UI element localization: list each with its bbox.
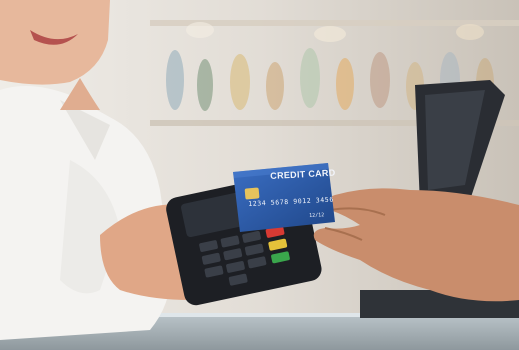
- payment-photo: CREDIT CARD 1234 5678 9012 3456 12/12: [0, 0, 519, 350]
- scene-illustration: [0, 0, 519, 350]
- card-expiry: 12/12: [309, 212, 325, 219]
